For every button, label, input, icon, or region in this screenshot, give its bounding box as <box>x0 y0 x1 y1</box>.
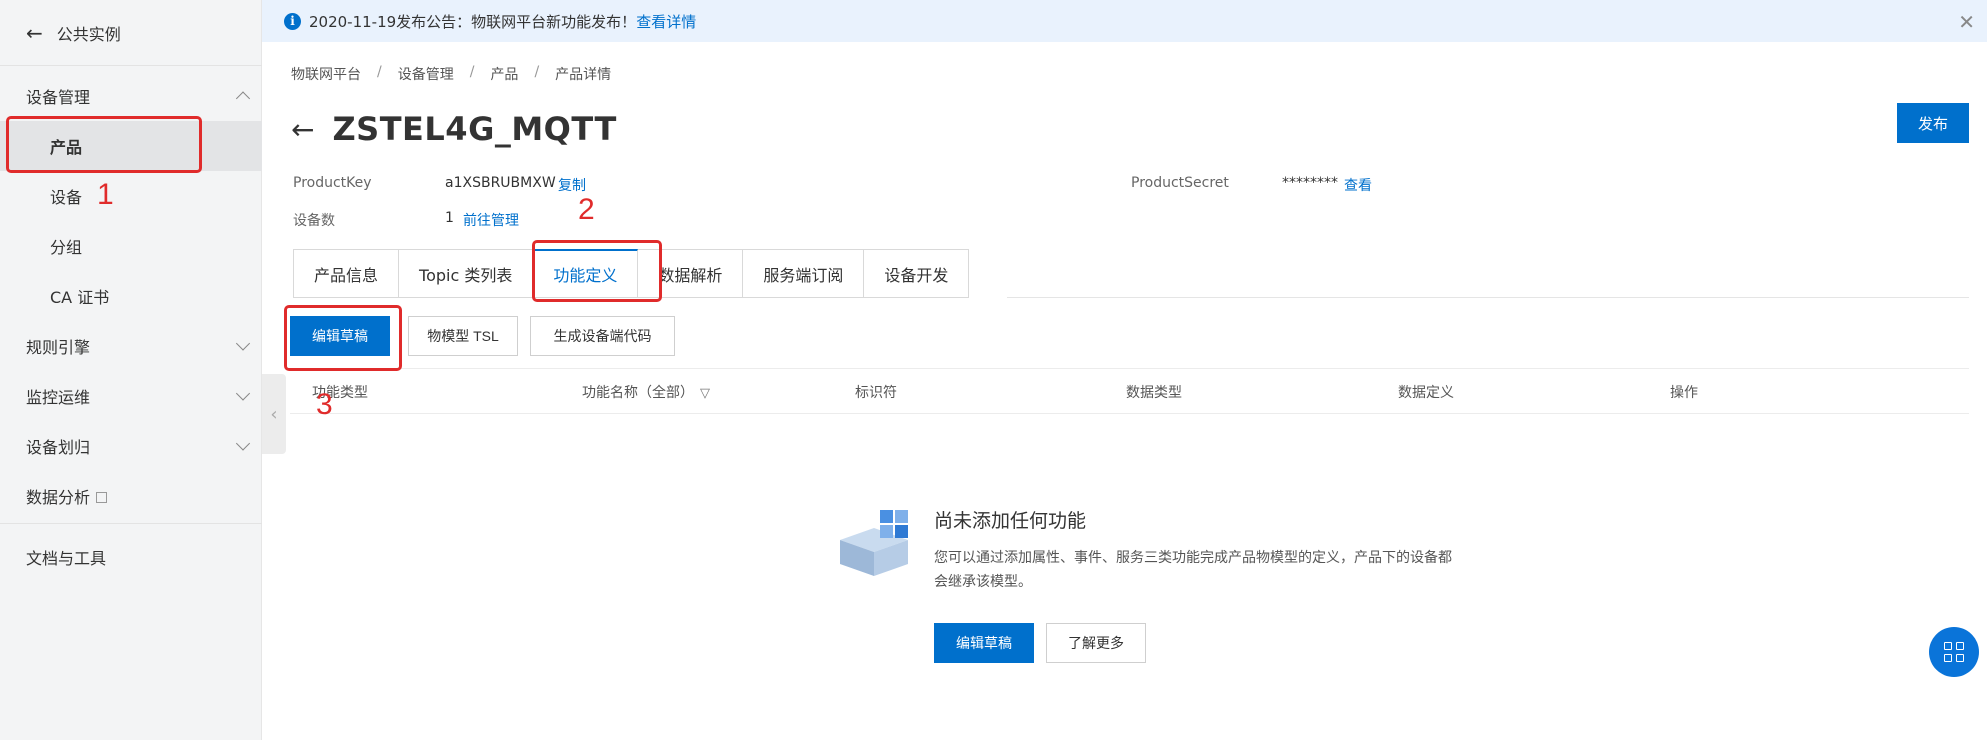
chevron-down-icon <box>235 436 251 451</box>
tab-topic-list[interactable]: Topic 类列表 <box>399 249 534 298</box>
generate-code-button[interactable]: 生成设备端代码 <box>530 316 675 356</box>
sidebar-item-docs-tools[interactable]: 文档与工具 <box>0 532 262 582</box>
empty-box-icon <box>840 510 908 576</box>
sidebar-item-rule-engine[interactable]: 规则引擎 <box>0 321 262 371</box>
empty-state-description: 您可以通过添加属性、事件、服务三类功能完成产品物模型的定义，产品下的设备都会继承… <box>934 550 1452 590</box>
chevron-left-icon: ‹ <box>270 403 278 425</box>
breadcrumb-item-platform[interactable]: 物联网平台 <box>291 64 361 84</box>
breadcrumb-item-device-mgmt[interactable]: 设备管理 <box>398 64 454 84</box>
product-secret-label: ProductSecret <box>1131 175 1229 191</box>
learn-more-button[interactable]: 了解更多 <box>1046 623 1146 663</box>
breadcrumb-item-products[interactable]: 产品 <box>490 64 518 84</box>
tab-server-subscription[interactable]: 服务端订阅 <box>743 249 865 298</box>
sidebar-item-ca-cert[interactable]: CA 证书 <box>0 271 262 321</box>
column-header-data-definition: 数据定义 <box>1398 385 1454 401</box>
sidebar-item-monitoring[interactable]: 监控运维 <box>0 371 262 421</box>
breadcrumb-separator: / <box>534 64 540 80</box>
title-row: ← ZSTEL4G_MQTT <box>291 110 617 148</box>
breadcrumb-separator: / <box>469 64 475 80</box>
sidebar-item-device-management[interactable]: 设备管理 <box>0 71 262 121</box>
product-key-value: a1XSBRUBMXW <box>445 175 556 191</box>
breadcrumb: 物联网平台 / 设备管理 / 产品 / 产品详情 <box>291 64 611 84</box>
device-count-label: 设备数 <box>293 213 335 229</box>
page-title: ZSTEL4G_MQTT <box>332 110 617 148</box>
product-key-label: ProductKey <box>293 175 372 191</box>
tsl-button[interactable]: 物模型 TSL <box>408 316 518 356</box>
column-header-identifier: 标识符 <box>855 385 897 401</box>
chevron-down-icon <box>235 336 251 351</box>
annotation-number-1: 1 <box>97 178 114 211</box>
external-link-icon <box>96 491 108 503</box>
product-secret-value: ******** <box>1282 175 1338 191</box>
sidebar-item-groups[interactable]: 分组 <box>0 221 262 271</box>
device-count-value: 1 <box>445 210 454 226</box>
arrow-left-icon[interactable]: ← <box>291 113 314 146</box>
empty-state-title: 尚未添加任何功能 <box>934 510 1087 532</box>
sidebar-item-devices[interactable]: 设备 <box>0 171 262 221</box>
grid-icon <box>1944 642 1964 662</box>
breadcrumb-separator: / <box>377 64 382 80</box>
table-header: 功能类型 功能名称（全部） ▽ 标识符 数据类型 数据定义 操作 <box>290 368 1969 414</box>
breadcrumb-item-current: 产品详情 <box>555 67 612 83</box>
chevron-down-icon <box>235 386 251 401</box>
sidebar-item-device-attribution[interactable]: 设备划归 <box>0 421 262 471</box>
annotation-number-3: 3 <box>316 388 333 421</box>
sidebar-divider <box>0 523 262 524</box>
sidebar-item-data-analysis[interactable]: 数据分析 <box>0 471 262 521</box>
sidebar: ← 公共实例 设备管理 产品 设备 分组 CA 证书 规则引擎 监控运维 设备划… <box>0 0 262 740</box>
chevron-up-icon <box>235 91 251 106</box>
annotation-box-3 <box>284 305 402 371</box>
back-to-public-instance[interactable]: ← 公共实例 <box>0 0 262 66</box>
notice-link[interactable]: 查看详情 <box>636 11 696 32</box>
annotation-number-2: 2 <box>578 193 595 226</box>
view-secret-link[interactable]: 查看 <box>1344 178 1372 194</box>
notice-text: 2020-11-19发布公告：物联网平台新功能发布！ <box>309 12 637 31</box>
column-header-actions: 操作 <box>1670 385 1698 401</box>
copy-link[interactable]: 复制 <box>558 178 586 194</box>
arrow-left-icon: ← <box>26 20 43 45</box>
notice-bar: i 2020-11-19发布公告：物联网平台新功能发布！ 查看详情 ✕ <box>262 0 1987 42</box>
column-header-function-name[interactable]: 功能名称（全部） ▽ <box>582 382 710 402</box>
column-header-data-type: 数据类型 <box>1126 385 1182 401</box>
annotation-box-2 <box>532 240 662 302</box>
publish-button[interactable]: 发布 <box>1897 103 1969 143</box>
filter-icon[interactable]: ▽ <box>700 386 710 401</box>
empty-state-edit-draft-button[interactable]: 编辑草稿 <box>934 623 1034 663</box>
annotation-box-1 <box>6 116 202 173</box>
floating-grid-button[interactable] <box>1929 627 1979 677</box>
info-icon: i <box>284 12 301 30</box>
back-label: 公共实例 <box>56 24 121 44</box>
tab-divider <box>1007 297 1969 298</box>
sidebar-collapse-handle[interactable]: ‹ <box>262 374 286 454</box>
tab-device-development[interactable]: 设备开发 <box>864 249 970 298</box>
manage-devices-link[interactable]: 前往管理 <box>463 213 519 229</box>
close-icon[interactable]: ✕ <box>1958 10 1975 34</box>
tab-product-info[interactable]: 产品信息 <box>293 249 400 298</box>
